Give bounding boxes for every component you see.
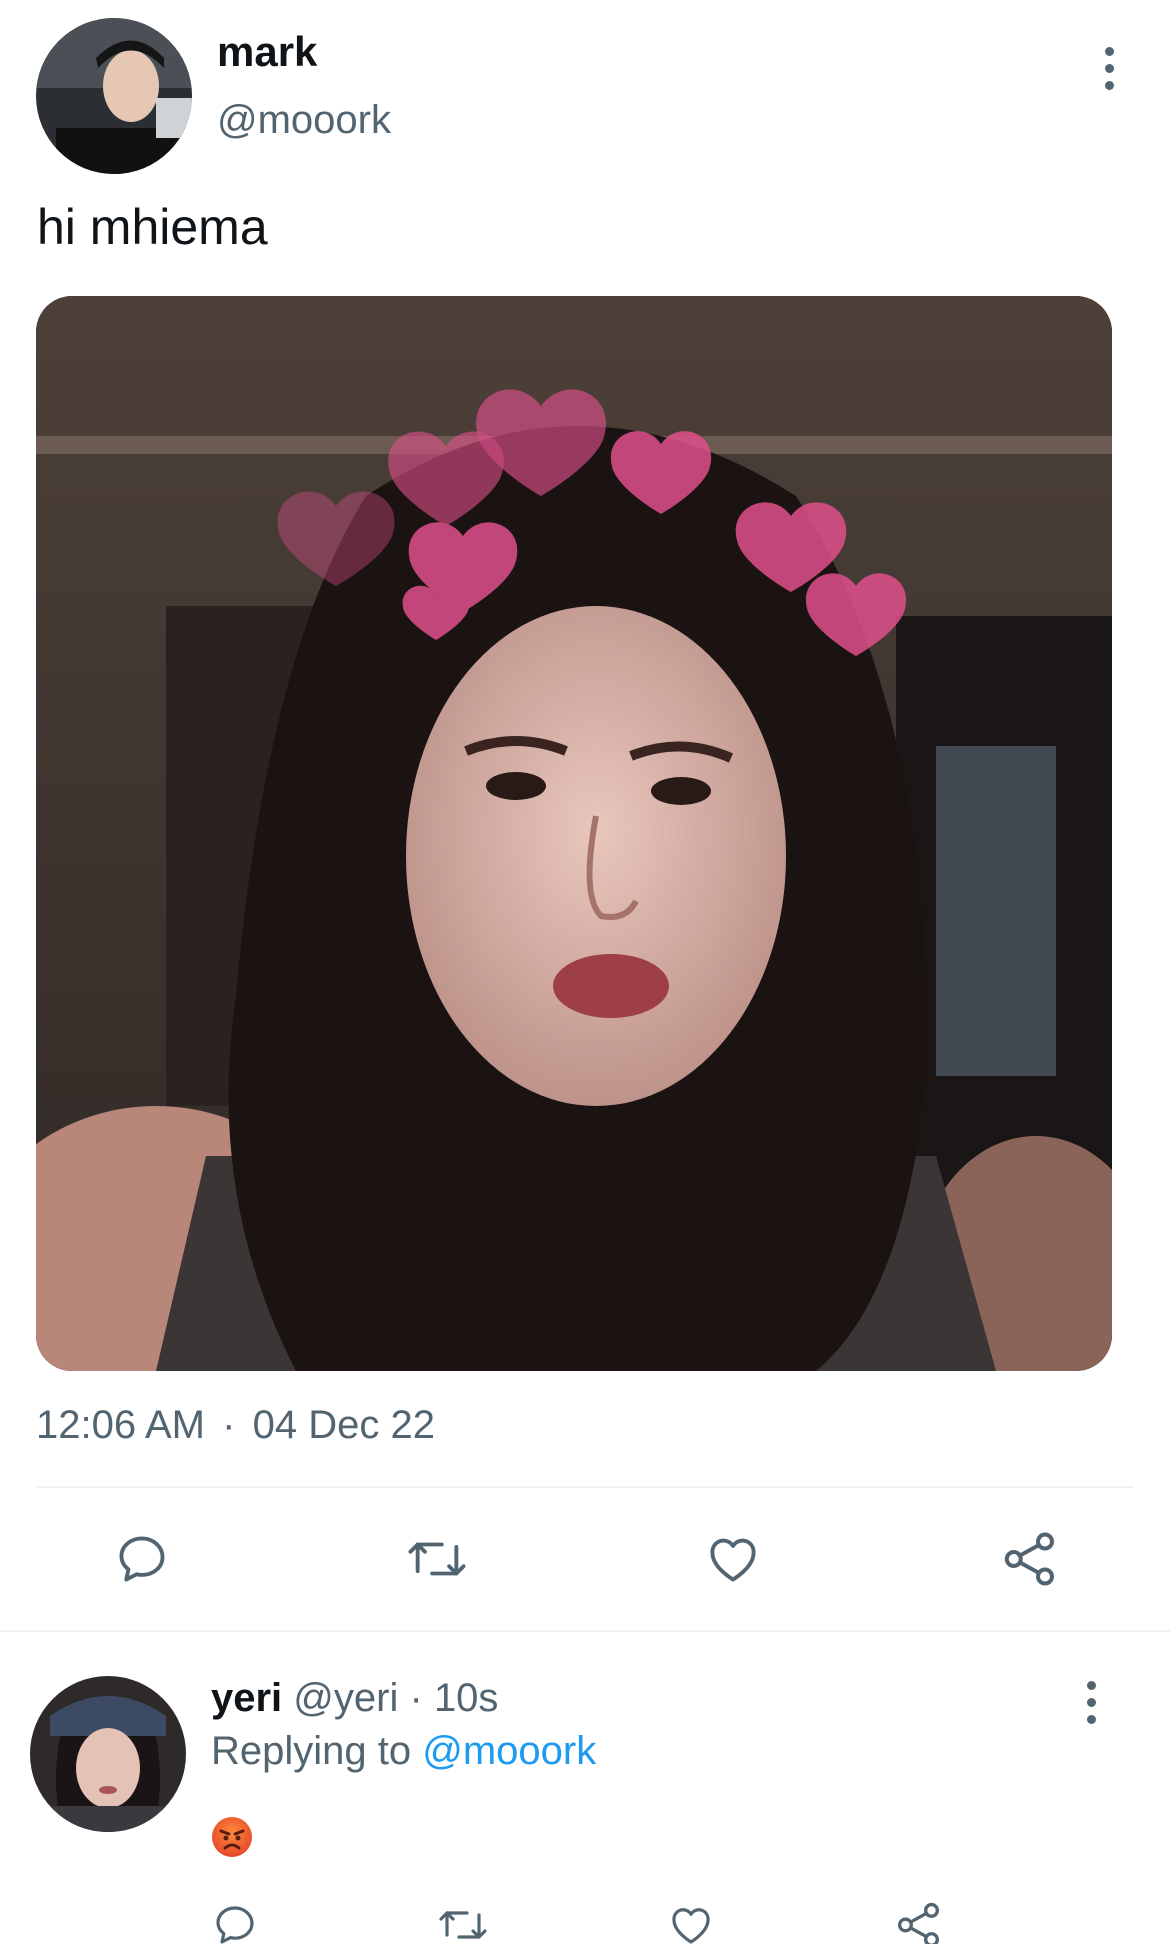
avatar-photo-yeri	[30, 1676, 186, 1832]
reply-like-button[interactable]	[661, 1895, 721, 1944]
post-time: 12:06 AM	[36, 1403, 206, 1447]
retweet-button[interactable]	[397, 1524, 477, 1594]
reply-share-button[interactable]	[889, 1895, 949, 1944]
post-text: hi mhiema	[37, 199, 268, 255]
share-button[interactable]	[990, 1524, 1070, 1594]
timestamp-separator: ·	[222, 1403, 236, 1447]
reply-author-name[interactable]: yeri	[211, 1676, 282, 1720]
post-date: 04 Dec 22	[252, 1403, 435, 1447]
share-icon	[1004, 1532, 1054, 1586]
divider	[36, 1486, 1134, 1488]
reply-comment-bubble-icon	[216, 1906, 254, 1944]
replying-to: Replying to @mooork	[211, 1729, 596, 1774]
reply-retweet-button[interactable]	[433, 1895, 493, 1944]
replying-prefix: Replying to	[211, 1729, 412, 1773]
reply-more-vertical-icon[interactable]	[1071, 1672, 1111, 1732]
reply-header: yeri @yeri · 10s	[211, 1676, 498, 1721]
post-image[interactable]	[36, 296, 1112, 1371]
reply-retweet-icon	[439, 1911, 487, 1939]
selfie-photo	[36, 296, 1112, 1371]
angry-face-emoji	[211, 1816, 253, 1858]
section-divider	[0, 1630, 1170, 1632]
heart-icon	[710, 1538, 756, 1582]
retweet-icon	[408, 1542, 466, 1576]
reply-separator: ·	[409, 1676, 423, 1720]
like-button[interactable]	[693, 1524, 773, 1594]
reply-heart-icon	[672, 1908, 710, 1944]
reply-button[interactable]	[102, 1524, 182, 1594]
reply-share-icon	[897, 1902, 939, 1944]
author-name[interactable]: mark	[217, 28, 317, 76]
avatar-photo-mark	[36, 18, 192, 174]
author-avatar[interactable]	[36, 18, 192, 174]
reply-author-handle[interactable]: @yeri	[293, 1676, 398, 1720]
more-vertical-icon[interactable]	[1089, 38, 1129, 98]
replying-handle-link[interactable]: @mooork	[422, 1729, 596, 1773]
post-timestamp[interactable]: 12:06 AM · 04 Dec 22	[36, 1403, 435, 1448]
author-handle[interactable]: @mooork	[217, 98, 391, 143]
reply-age[interactable]: 10s	[434, 1676, 499, 1720]
comment-bubble-icon	[119, 1536, 165, 1582]
reply-reply-button[interactable]	[205, 1895, 265, 1944]
reply-author-avatar[interactable]	[30, 1676, 186, 1832]
